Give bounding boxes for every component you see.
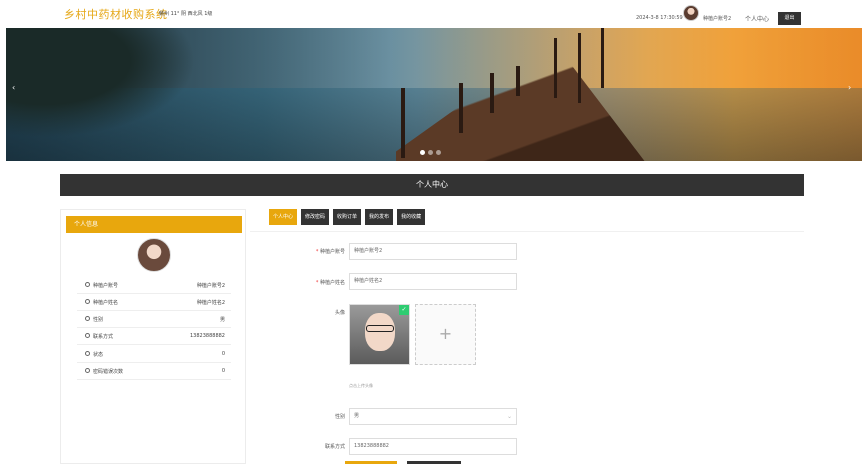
user-icon	[85, 351, 90, 356]
carousel-dots	[420, 150, 441, 155]
user-icon	[85, 299, 90, 304]
pier-post	[554, 38, 557, 98]
sidebar-title: 个人信息	[66, 216, 242, 233]
info-label: 种植户账号	[93, 283, 119, 289]
avatar-glasses	[366, 325, 394, 332]
info-value: 13823888882	[190, 333, 225, 339]
info-label: 性别	[93, 317, 104, 323]
datetime: 2024-3-8 17:30:59	[636, 15, 683, 21]
banner-trees	[6, 28, 196, 138]
avatar-label: 头像	[334, 310, 345, 316]
carousel-dot[interactable]	[428, 150, 433, 155]
pier-post	[516, 66, 520, 96]
gender-select[interactable]: 男 ⌄	[349, 408, 517, 425]
info-row-password-errors: 密码错误次数 0	[77, 363, 231, 380]
info-value: 种植户姓名2	[196, 300, 225, 306]
tab-divider	[250, 231, 804, 232]
tab-purchase-orders[interactable]: 收购订单	[333, 209, 362, 225]
carousel-dot[interactable]	[420, 150, 425, 155]
logout-button[interactable]: 退出	[778, 12, 801, 25]
banner-carousel: ‹ ›	[6, 28, 862, 161]
gender-value: 男	[354, 413, 360, 419]
info-row-phone: 联系方式 13823888882	[77, 328, 231, 345]
info-label: 种植户姓名	[93, 300, 119, 306]
profile-tabs: 个人中心 修改密码 收购订单 我的发布 我的收藏	[269, 209, 426, 225]
section-title-bar: 个人中心	[60, 174, 804, 196]
pier-post	[459, 83, 463, 133]
info-label: 密码错误次数	[93, 369, 124, 375]
tab-personal-center[interactable]: 个人中心	[269, 209, 298, 225]
info-value: 0	[221, 368, 225, 374]
user-icon	[85, 282, 90, 287]
profile-avatar	[137, 238, 171, 272]
check-icon: ✓	[399, 305, 409, 315]
name-label: * 种植户姓名	[315, 280, 345, 286]
info-value: 种植户账号2	[196, 283, 225, 289]
top-bar: 乡村中药材收购系统 赣州 11° 阴 西北风 1级 2024-3-8 17:30…	[0, 0, 865, 28]
user-avatar[interactable]	[683, 5, 699, 21]
profile-sidebar: 个人信息 种植户账号 种植户账号2 种植户姓名 种植户姓名2 性别 男 联系方式…	[60, 209, 246, 464]
info-value: 男	[219, 317, 225, 323]
site-brand[interactable]: 乡村中药材收购系统	[64, 6, 168, 22]
tab-my-favorites[interactable]: 我的收藏	[397, 209, 426, 225]
banner-prev-arrow[interactable]: ‹	[12, 83, 15, 92]
tab-change-password[interactable]: 修改密码	[301, 209, 330, 225]
info-row-account: 种植户账号 种植户账号2	[77, 277, 231, 294]
username[interactable]: 种植户账号2	[703, 15, 731, 22]
gender-label: 性别	[334, 414, 345, 420]
pier-post	[601, 28, 604, 88]
info-value: 0	[221, 351, 225, 357]
pier-post	[401, 88, 405, 158]
info-row-gender: 性别 男	[77, 311, 231, 328]
tab-my-posts[interactable]: 我的发布	[365, 209, 394, 225]
avatar-face	[365, 313, 395, 351]
banner-next-arrow[interactable]: ›	[848, 83, 851, 92]
avatar-upload-button[interactable]: +	[415, 304, 476, 365]
phone-label: 联系方式	[324, 444, 345, 450]
account-input[interactable]: 种植户账号2	[349, 243, 517, 260]
info-label: 状态	[93, 352, 104, 358]
pier-post	[490, 73, 494, 113]
user-icon	[85, 368, 90, 373]
pier-post	[578, 33, 581, 103]
upload-hint: 点击上传头像	[349, 383, 373, 388]
personal-center-link[interactable]: 个人中心	[745, 14, 769, 23]
name-input[interactable]: 种植户姓名2	[349, 273, 517, 290]
avatar-preview[interactable]: ✓	[349, 304, 410, 365]
phone-input[interactable]: 13823888882	[349, 438, 517, 455]
info-row-name: 种植户姓名 种植户姓名2	[77, 294, 231, 311]
account-label: * 种植户账号	[315, 249, 345, 255]
weather-info: 赣州 11° 阴 西北风 1级	[159, 11, 213, 17]
user-icon	[85, 316, 90, 321]
carousel-dot[interactable]	[436, 150, 441, 155]
chevron-down-icon: ⌄	[506, 413, 512, 420]
info-label: 联系方式	[93, 334, 114, 340]
user-icon	[85, 333, 90, 338]
info-row-status: 状态 0	[77, 346, 231, 363]
